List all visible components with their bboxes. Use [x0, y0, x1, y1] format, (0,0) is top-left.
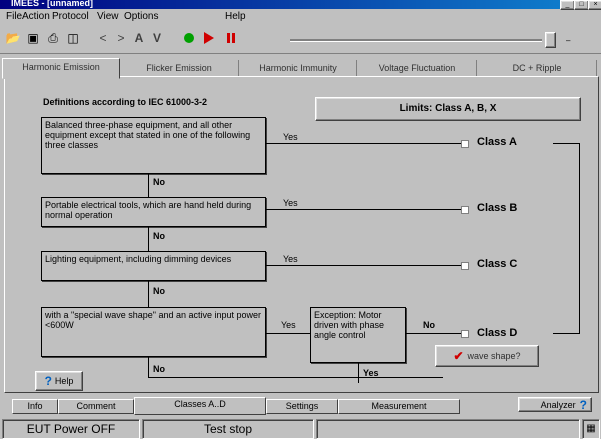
wave-shape-label: wave shape? [467, 351, 521, 361]
exception-box: Exception: Motor driven with phase angle… [310, 307, 406, 363]
tab-voltage-fluctuation[interactable]: Voltage Fluctuation [358, 60, 477, 76]
menu-bar: File Action Protocol View Options Help [0, 10, 601, 23]
top-tab-bar: Harmonic Emission Flicker Emission Harmo… [0, 58, 601, 79]
no-label-1: No [153, 177, 165, 187]
test-status: Test stop [142, 419, 314, 439]
tab-classes[interactable]: Classes A..D [134, 397, 266, 415]
title-bar: IMEES - [unnamed] _ □ × [0, 0, 601, 10]
yes-line-d [266, 333, 310, 334]
yes-label-c: Yes [283, 254, 298, 264]
menu-help[interactable]: Help [225, 10, 246, 23]
menu-file[interactable]: File [6, 10, 22, 23]
connector-line-a [553, 143, 579, 144]
no-label-2: No [153, 231, 165, 241]
limits-button[interactable]: Limits: Class A, B, X [315, 97, 581, 121]
record-icon[interactable] [180, 29, 198, 47]
menu-action[interactable]: Action [22, 10, 50, 23]
classes-panel: Definitions according to IEC 61000-3-2 L… [4, 76, 599, 393]
tab-measurement[interactable]: Measurement [338, 399, 460, 414]
tab-info[interactable]: Info [12, 399, 58, 414]
no-label-3: No [153, 286, 165, 296]
class-a-definition-box: Balanced three-phase equipment, and all … [41, 117, 266, 174]
preview-icon[interactable]: ◫ [64, 29, 82, 47]
yes-line-a [266, 143, 462, 144]
play-icon[interactable] [200, 29, 218, 47]
no-line-4 [148, 357, 149, 377]
class-c-definition-box: Lighting equipment, including dimming de… [41, 251, 266, 281]
tab-comment[interactable]: Comment [58, 399, 134, 414]
right-connector [579, 143, 580, 333]
v-mode-icon[interactable]: V [148, 29, 166, 47]
no-label-exception: No [423, 320, 435, 330]
class-b-marker [461, 206, 469, 214]
yes-label-b: Yes [283, 198, 298, 208]
tab-harmonic-emission[interactable]: Harmonic Emission [2, 58, 120, 79]
previous-icon[interactable]: < [94, 29, 112, 47]
yes-line-c [266, 265, 462, 266]
menu-protocol[interactable]: Protocol [52, 10, 89, 23]
resize-grip-icon: ▦ [582, 419, 600, 439]
no-line-2 [148, 227, 149, 251]
yes-line-exception [358, 363, 359, 383]
no-label-4: No [153, 364, 165, 374]
maximize-button[interactable]: □ [574, 0, 589, 10]
a-mode-icon[interactable]: A [130, 29, 148, 47]
menu-view[interactable]: View [97, 10, 119, 23]
class-d-marker [461, 330, 469, 338]
help-button[interactable]: ? Help [35, 371, 83, 391]
window-title: IMEES - [unnamed] [11, 0, 94, 8]
class-a-label: Class A [477, 136, 517, 148]
slider-handle[interactable] [545, 32, 556, 48]
yes-label-a: Yes [283, 132, 298, 142]
bottom-line [148, 377, 443, 378]
definitions-heading: Definitions according to IEC 61000-3-2 [43, 97, 208, 107]
pause-icon[interactable] [222, 29, 240, 47]
tab-flicker-emission[interactable]: Flicker Emission [120, 60, 239, 76]
wave-shape-button[interactable]: ✔ wave shape? [435, 345, 539, 367]
class-a-marker [461, 140, 469, 148]
no-line-exception [406, 333, 462, 334]
connector-line-d [553, 333, 580, 334]
class-d-label: Class D [477, 327, 518, 339]
print-icon[interactable]: ⎙ [44, 29, 62, 47]
minimize-button[interactable]: _ [560, 0, 575, 10]
open-icon[interactable]: 📂 [4, 29, 22, 47]
close-button[interactable]: × [588, 0, 601, 10]
analyzer-label: Analyzer [540, 399, 576, 410]
bottom-tab-bar: Info Comment Classes A..D Settings Measu… [12, 397, 482, 415]
next-icon[interactable]: > [112, 29, 130, 47]
class-c-label: Class C [477, 258, 518, 270]
status-bar: EUT Power OFF Test stop ▦ [0, 418, 601, 439]
checkmark-icon: ✔ [453, 349, 464, 363]
no-line-3 [148, 281, 149, 307]
yes-label-d: Yes [281, 320, 296, 330]
tab-dc-ripple[interactable]: DC + Ripple [478, 60, 597, 76]
no-line-1 [148, 174, 149, 197]
slider-end-icon: – [566, 36, 571, 45]
status-empty-cell [316, 419, 580, 439]
class-c-marker [461, 262, 469, 270]
class-b-definition-box: Portable electrical tools, which are han… [41, 197, 266, 227]
eut-power-status: EUT Power OFF [2, 419, 140, 439]
yes-line-b [266, 209, 462, 210]
help-question-icon: ? [44, 374, 52, 388]
analyzer-question-icon: ? [579, 397, 587, 412]
menu-options[interactable]: Options [124, 10, 158, 23]
class-b-label: Class B [477, 202, 518, 214]
tab-settings[interactable]: Settings [266, 399, 338, 414]
tab-harmonic-immunity[interactable]: Harmonic Immunity [240, 60, 357, 76]
help-label: Help [54, 376, 74, 386]
save-icon[interactable]: ▣ [24, 29, 42, 47]
class-d-definition-box: with a "special wave shape" and an activ… [41, 307, 266, 357]
analyzer-button[interactable]: Analyzer ? [518, 397, 592, 412]
slider-track[interactable] [290, 39, 542, 42]
